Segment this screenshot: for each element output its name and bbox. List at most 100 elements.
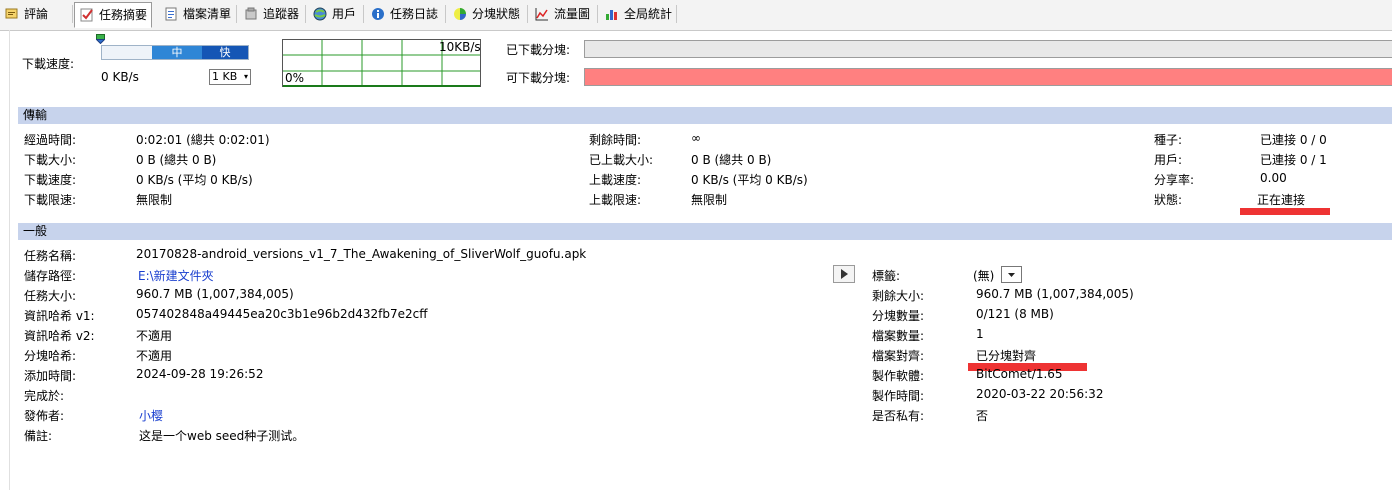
tab-users[interactable]: 用戶 — [312, 3, 356, 25]
users-icon — [312, 6, 328, 22]
infohash-v1-value: 057402848a49445ea20c3b1e96b2d432fb7e2cff — [136, 307, 428, 321]
available-pieces-label: 可下載分塊: — [506, 71, 571, 85]
transfer-label: 上載限速: — [589, 193, 642, 207]
file-count-value: 1 — [976, 327, 984, 341]
tab-divider — [305, 5, 306, 23]
transfer-label: 已上載大小: — [589, 153, 654, 167]
general-label: 標籤: — [872, 269, 901, 283]
tab-label: 任務日誌 — [390, 7, 439, 21]
general-label: 分塊哈希: — [24, 349, 77, 363]
tag-dropdown-button[interactable] — [1001, 266, 1022, 283]
general-section-header: 一般 — [18, 223, 1392, 240]
tab-label: 評論 — [24, 7, 49, 21]
general-label: 添加時間: — [24, 369, 77, 383]
transfer-label: 用戶: — [1154, 153, 1183, 167]
global-stats-icon — [604, 6, 620, 22]
general-label: 製作時間: — [872, 389, 925, 403]
general-label: 製作軟體: — [872, 369, 925, 383]
piece-count-value: 0/121 (8 MB) — [976, 307, 1054, 321]
slider-knob-icon[interactable] — [96, 34, 105, 44]
current-speed-value: 0 KB/s — [101, 70, 139, 84]
slider-fast-segment: 快 — [202, 46, 248, 59]
upload-speed-value: 0 KB/s (平均 0 KB/s) — [691, 173, 808, 187]
tab-label: 流量圖 — [554, 7, 591, 21]
transfer-section-header: 傳輸 — [18, 107, 1392, 124]
tab-divider — [676, 5, 677, 23]
tab-bar: 評論 任務摘要 檔案清單 追蹤器 用戶 任務日誌 分塊狀態 流量圖 全局統計 — [0, 0, 1392, 31]
comment-value: 这是一个web seed种子测试。 — [139, 429, 305, 443]
play-arrow-icon — [841, 269, 848, 279]
tab-tracker[interactable]: 追蹤器 — [243, 3, 299, 25]
general-label: 檔案數量: — [872, 329, 925, 343]
tab-file-list[interactable]: 檔案清單 — [163, 3, 231, 25]
creation-time-value: 2020-03-22 20:56:32 — [976, 387, 1104, 401]
downloaded-pieces-bar — [584, 40, 1392, 58]
speed-unit-select[interactable]: 1 KB ▾ — [209, 69, 251, 85]
general-label: 是否私有: — [872, 409, 925, 423]
general-label: 儲存路徑: — [24, 269, 77, 283]
tab-divider — [445, 5, 446, 23]
tag-value: (無) — [973, 269, 995, 283]
private-value: 否 — [976, 409, 989, 423]
transfer-label: 狀態: — [1154, 193, 1183, 207]
download-speed-value: 0 KB/s (平均 0 KB/s) — [136, 173, 253, 187]
transfer-label: 上載速度: — [589, 173, 642, 187]
tab-divider — [72, 5, 73, 23]
general-label: 資訊哈希 v2: — [24, 329, 95, 343]
general-label: 資訊哈希 v1: — [24, 309, 95, 323]
task-log-icon — [370, 6, 386, 22]
status-value: 正在連接 — [1257, 193, 1306, 207]
task-name-value: 20170828-android_versions_v1_7_The_Awake… — [136, 247, 587, 261]
tab-label: 檔案清單 — [183, 7, 232, 21]
general-label: 剩餘大小: — [872, 289, 925, 303]
transfer-label: 經過時間: — [24, 133, 77, 147]
download-speed-label: 下載速度: — [22, 57, 75, 71]
slider-mid-segment: 中 — [152, 46, 202, 59]
publisher-link[interactable]: 小樱 — [139, 407, 163, 424]
graph-min-label: 0% — [285, 71, 305, 85]
added-time-value: 2024-09-28 19:26:52 — [136, 367, 264, 381]
open-folder-button[interactable] — [833, 265, 855, 283]
upload-limit-value: 無限制 — [691, 193, 728, 207]
speed-limit-slider[interactable]: 中 快 — [101, 45, 249, 60]
traffic-chart-icon — [534, 6, 550, 22]
transfer-label: 下載限速: — [24, 193, 77, 207]
comment-icon — [4, 6, 20, 22]
general-label: 檔案對齊: — [872, 349, 925, 363]
tab-task-summary[interactable]: 任務摘要 — [74, 2, 153, 28]
tab-label: 全局統計 — [624, 7, 673, 21]
general-label: 備註: — [24, 429, 53, 443]
available-pieces-bar — [584, 68, 1392, 86]
tab-label: 用戶 — [332, 7, 357, 21]
transfer-label: 分享率: — [1154, 173, 1195, 187]
share-ratio-value: 0.00 — [1260, 171, 1287, 185]
tab-traffic-chart[interactable]: 流量圖 — [534, 3, 590, 25]
remaining-time-value: ∞ — [691, 131, 701, 145]
general-label: 完成於: — [24, 389, 65, 403]
left-gutter — [9, 30, 10, 490]
tab-comments[interactable]: 評論 — [4, 3, 48, 25]
tab-piece-status[interactable]: 分塊狀態 — [452, 3, 520, 25]
graph-max-label: 10KB/s — [439, 40, 481, 54]
tab-global-stats[interactable]: 全局統計 — [604, 3, 672, 25]
transfer-label: 種子: — [1154, 133, 1183, 147]
slider-slow-segment — [102, 46, 152, 59]
tab-label: 追蹤器 — [263, 7, 300, 21]
elapsed-time-value: 0:02:01 (總共 0:02:01) — [136, 133, 270, 147]
general-label: 任務名稱: — [24, 249, 77, 263]
uploaded-size-value: 0 B (總共 0 B) — [691, 153, 772, 167]
task-summary-icon — [79, 7, 95, 23]
file-alignment-value: 已分塊對齊 — [976, 349, 1037, 363]
chevron-down-icon — [1008, 273, 1015, 277]
tab-label: 分塊狀態 — [472, 7, 521, 21]
save-path-link[interactable]: E:\新建文件夾 — [138, 267, 214, 284]
piece-status-icon — [452, 6, 468, 22]
tracker-icon — [243, 6, 259, 22]
transfer-label: 剩餘時間: — [589, 133, 642, 147]
chevron-down-icon: ▾ — [243, 72, 248, 81]
transfer-label: 下載大小: — [24, 153, 77, 167]
tab-task-log[interactable]: 任務日誌 — [370, 3, 438, 25]
downloaded-pieces-label: 已下載分塊: — [506, 43, 571, 57]
tab-divider — [597, 5, 598, 23]
downloaded-size-value: 0 B (總共 0 B) — [136, 153, 217, 167]
